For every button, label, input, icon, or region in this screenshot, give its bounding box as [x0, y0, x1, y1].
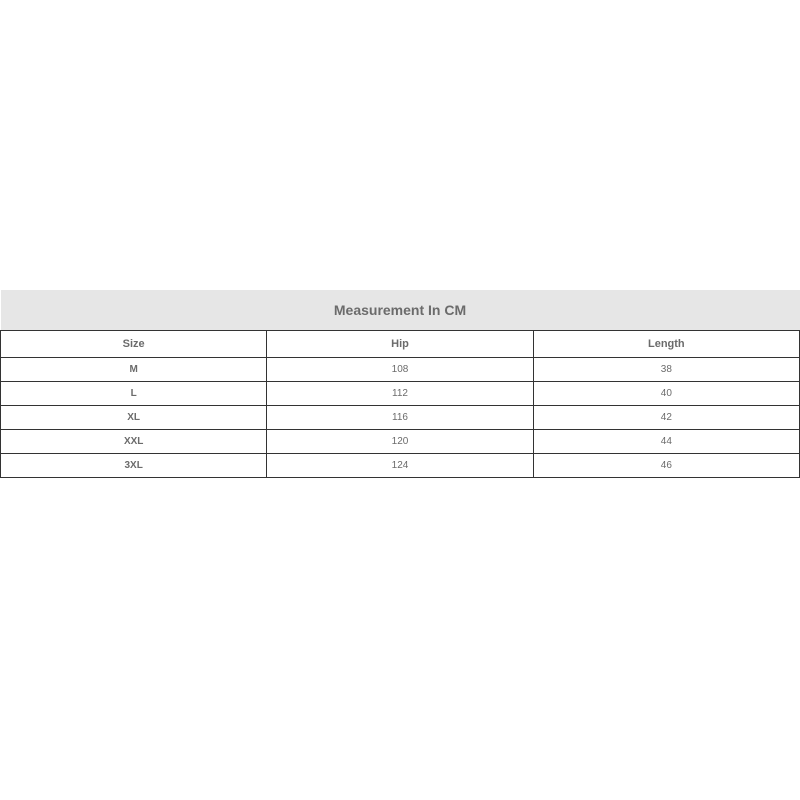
cell-hip: 124 — [267, 454, 533, 478]
cell-size: 3XL — [1, 454, 267, 478]
col-header-length: Length — [533, 331, 799, 358]
cell-length: 44 — [533, 430, 799, 454]
cell-length: 40 — [533, 382, 799, 406]
cell-size: M — [1, 358, 267, 382]
cell-hip: 112 — [267, 382, 533, 406]
cell-size: XL — [1, 406, 267, 430]
cell-length: 42 — [533, 406, 799, 430]
table-row: 3XL 124 46 — [1, 454, 800, 478]
table-row: XXL 120 44 — [1, 430, 800, 454]
cell-hip: 108 — [267, 358, 533, 382]
cell-hip: 120 — [267, 430, 533, 454]
cell-size: L — [1, 382, 267, 406]
cell-length: 38 — [533, 358, 799, 382]
cell-size: XXL — [1, 430, 267, 454]
table-title: Measurement In CM — [1, 290, 800, 331]
cell-length: 46 — [533, 454, 799, 478]
col-header-hip: Hip — [267, 331, 533, 358]
measurement-table: Measurement In CM Size Hip Length M 108 … — [0, 290, 800, 478]
table-row: M 108 38 — [1, 358, 800, 382]
table-row: L 112 40 — [1, 382, 800, 406]
cell-hip: 116 — [267, 406, 533, 430]
table-row: XL 116 42 — [1, 406, 800, 430]
col-header-size: Size — [1, 331, 267, 358]
